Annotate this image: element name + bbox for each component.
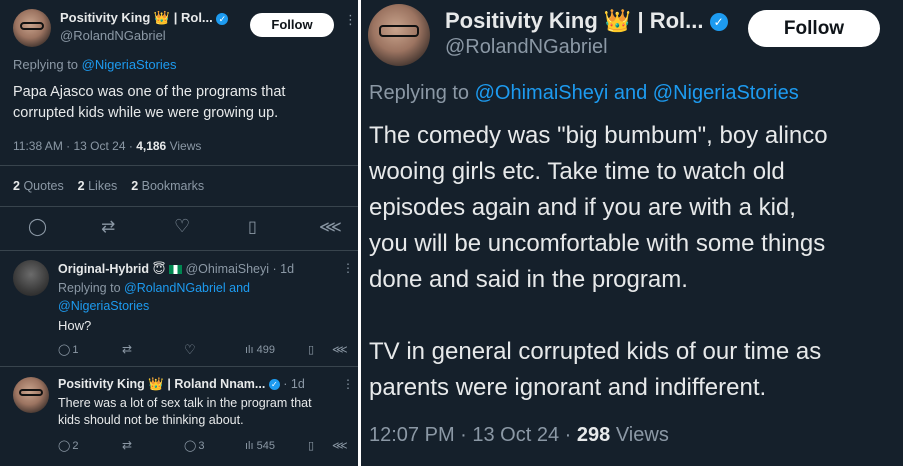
verified-badge-icon: ✓	[709, 13, 728, 32]
author-name[interactable]: Positivity King 👑 | Rol... ✓	[445, 8, 728, 34]
bookmark-icon[interactable]: ▯	[308, 343, 314, 356]
author-name[interactable]: Positivity King	[58, 377, 145, 391]
avatar[interactable]	[13, 9, 51, 47]
like-icon[interactable]: ♡	[184, 342, 196, 358]
follow-button[interactable]: Follow	[748, 10, 880, 47]
replying-to-link[interactable]: @RolandNGabriel and	[124, 281, 250, 295]
right-screenshot-panel: Positivity King 👑 | Rol... ✓ @RolandNGab…	[361, 0, 903, 466]
reply-header: Positivity King 👑 | Roland Nnam... ✓ · 1…	[58, 377, 305, 391]
reply-icon[interactable]: ◯ 1	[58, 343, 78, 356]
tweet-text: The comedy was "big bumbum", boy alinco …	[369, 122, 828, 293]
views-count: 4,186	[136, 139, 167, 153]
reply-age: · 1d	[272, 262, 295, 276]
bookmark-icon[interactable]: ▯	[308, 439, 314, 452]
reply-header: Original-Hybrid 😇 @OhimaiSheyi · 1d	[58, 261, 294, 276]
tweet-text: Papa Ajasco was one of the programs that…	[13, 84, 286, 121]
more-options-icon[interactable]: ⋮	[344, 12, 357, 28]
crown-icon: 👑	[603, 8, 632, 33]
views-icon[interactable]: ılı 499	[245, 344, 275, 356]
tweet-timestamp: 12:07 PM · 13 Oct 24 · 298 Views	[369, 424, 669, 446]
engagement-stats: 2 Quotes 2 Likes 2 Bookmarks	[13, 179, 204, 193]
replying-to-link[interactable]: @NigeriaStories	[82, 57, 177, 72]
author-name[interactable]: Original-Hybrid	[58, 262, 149, 276]
like-icon[interactable]: ♡	[174, 216, 190, 237]
left-screenshot-panel: Positivity King 👑 | Rol... ✓ @RolandNGab…	[0, 0, 358, 466]
avatar[interactable]	[13, 260, 49, 296]
more-options-icon[interactable]: ⋮	[342, 261, 354, 275]
avatar[interactable]	[368, 4, 430, 66]
author-handle[interactable]: @RolandNGabriel	[445, 36, 608, 59]
replying-to: Replying to @OhimaiSheyi and @NigeriaSto…	[369, 82, 799, 104]
quotes-stat[interactable]: 2 Quotes	[13, 179, 64, 193]
nigeria-flag-icon	[168, 265, 182, 275]
author-handle[interactable]: @OhimaiSheyi	[185, 262, 269, 276]
more-options-icon[interactable]: ⋮	[342, 377, 354, 391]
bookmarks-stat[interactable]: 2 Bookmarks	[131, 179, 204, 193]
views-icon[interactable]: ılı 545	[245, 440, 275, 452]
views-count: 298	[576, 424, 611, 446]
replying-to-link[interactable]: @OhimaiSheyi and @NigeriaStories	[475, 82, 799, 104]
crown-icon: 👑	[148, 377, 164, 391]
replying-to: Replying to @NigeriaStories	[13, 57, 177, 72]
likes-stat[interactable]: 2 Likes	[78, 179, 118, 193]
author-name[interactable]: Positivity King 👑 | Rol... ✓	[60, 10, 229, 26]
share-icon[interactable]: ⋘	[319, 217, 342, 237]
share-icon[interactable]: ⋘	[332, 439, 348, 452]
tweet-text-paragraph-2: TV in general corrupted kids of our time…	[369, 338, 822, 401]
replying-to-link[interactable]: @NigeriaStories	[58, 297, 250, 315]
follow-button[interactable]: Follow	[250, 13, 334, 37]
crown-icon: 👑	[153, 10, 171, 25]
retweet-icon[interactable]: ⇄	[101, 217, 115, 237]
verified-badge-icon: ✓	[216, 12, 229, 25]
reply-text: There was a lot of sex talk in the progr…	[58, 396, 312, 427]
bookmark-icon[interactable]: ▯	[248, 217, 257, 237]
reply-icon[interactable]: ◯	[28, 217, 47, 237]
avatar[interactable]	[13, 377, 49, 413]
reply-text: How?	[58, 318, 92, 333]
reply-age: · 1d	[283, 377, 305, 391]
emoji-icon: 😇	[152, 262, 166, 276]
reply-icon[interactable]: ◯ 2	[58, 439, 78, 452]
replying-to: Replying to @RolandNGabriel and @Nigeria…	[58, 281, 250, 315]
like-icon[interactable]: ◯ 3	[184, 439, 204, 452]
author-handle[interactable]: @RolandNGabriel	[60, 28, 166, 43]
share-icon[interactable]: ⋘	[332, 343, 348, 356]
verified-badge-icon: ✓	[268, 379, 280, 391]
tweet-timestamp: 11:38 AM · 13 Oct 24 · 4,186 Views	[13, 139, 202, 153]
retweet-icon[interactable]: ⇄	[122, 438, 132, 452]
retweet-icon[interactable]: ⇄	[122, 342, 132, 356]
